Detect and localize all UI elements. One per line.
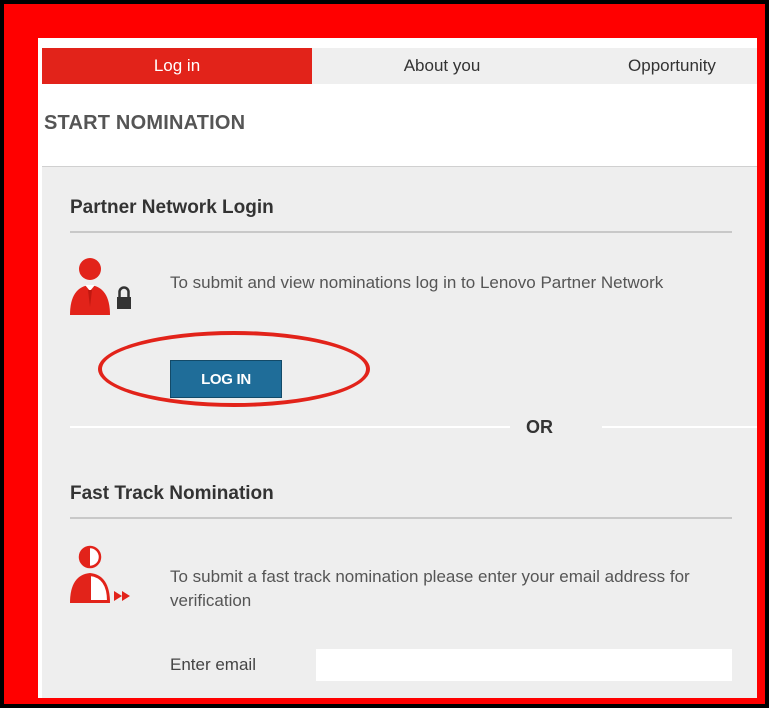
nomination-panel: Partner Network Login To submit and view… bbox=[42, 166, 757, 698]
or-divider-left bbox=[70, 426, 510, 428]
or-separator: OR bbox=[526, 417, 553, 437]
highlight-border: Log in About you Opportunity START NOMIN… bbox=[4, 4, 765, 704]
step-log-in: Log in bbox=[42, 48, 312, 84]
user-fast-forward-icon bbox=[68, 545, 148, 605]
email-input[interactable] bbox=[316, 649, 732, 681]
progress-steps: Log in About you Opportunity bbox=[42, 48, 757, 84]
highlight-oval bbox=[98, 331, 370, 407]
step-about-you: About you bbox=[312, 48, 572, 84]
divider bbox=[70, 231, 732, 233]
nomination-page: Log in About you Opportunity START NOMIN… bbox=[38, 38, 757, 698]
partner-login-description: To submit and view nominations log in to… bbox=[170, 273, 664, 292]
page-title: START NOMINATION bbox=[44, 112, 246, 134]
email-label: Enter email bbox=[170, 655, 256, 674]
fast-track-heading: Fast Track Nomination bbox=[70, 483, 274, 504]
or-divider-right bbox=[602, 426, 757, 428]
user-lock-icon bbox=[68, 257, 148, 317]
partner-login-heading: Partner Network Login bbox=[70, 197, 274, 218]
step-opportunity: Opportunity bbox=[572, 48, 757, 84]
screenshot-frame: Log in About you Opportunity START NOMIN… bbox=[0, 0, 769, 708]
divider bbox=[70, 517, 732, 519]
fast-track-description: To submit a fast track nomination please… bbox=[170, 567, 690, 610]
